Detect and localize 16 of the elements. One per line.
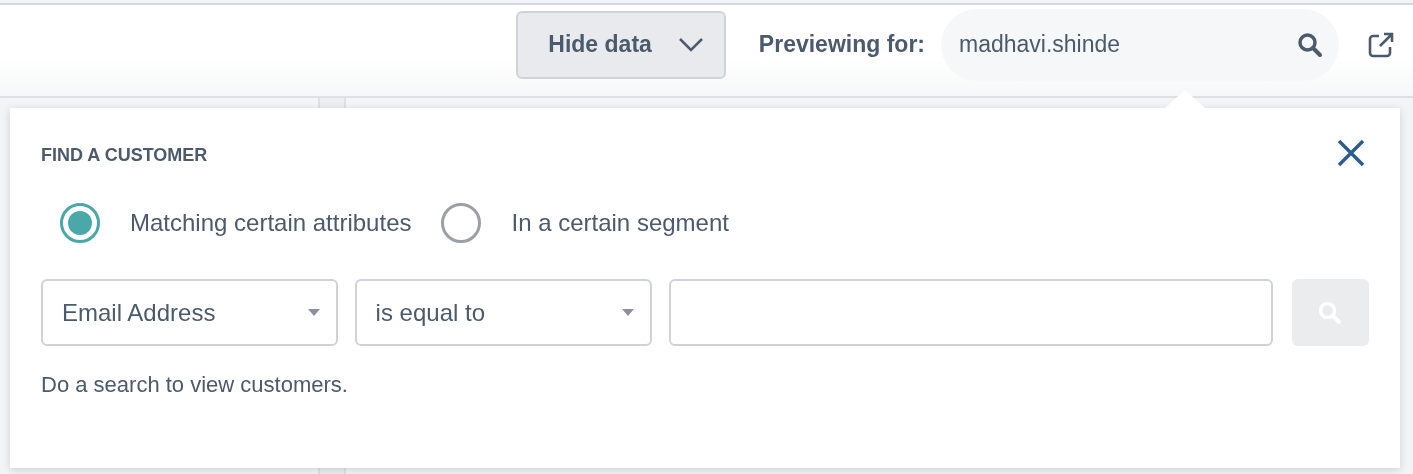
operator-dropdown[interactable]: is equal to [354,279,653,346]
search-icon[interactable] [1297,31,1323,58]
hint-text: Do a search to view customers. [41,371,349,399]
search-mode-radio[interactable]: In a certain segment [441,203,729,243]
hide-data-button[interactable]: Hide data [516,10,726,79]
value-input[interactable] [669,279,1273,346]
external-link-icon[interactable] [1367,30,1395,59]
caret-icon [307,309,320,316]
popover-title: FIND A CUSTOMER [41,144,208,167]
attribute-dropdown[interactable]: Email Address [41,279,338,346]
search-mode-radio[interactable]: Matching certain attributes [60,203,412,243]
customer-search-field[interactable]: madhavi.shinde [941,8,1339,81]
previewing-label: Previewing for: [758,30,925,60]
close-icon[interactable] [1336,138,1366,168]
caret-icon [622,309,635,316]
chevron-down-icon [677,36,704,53]
